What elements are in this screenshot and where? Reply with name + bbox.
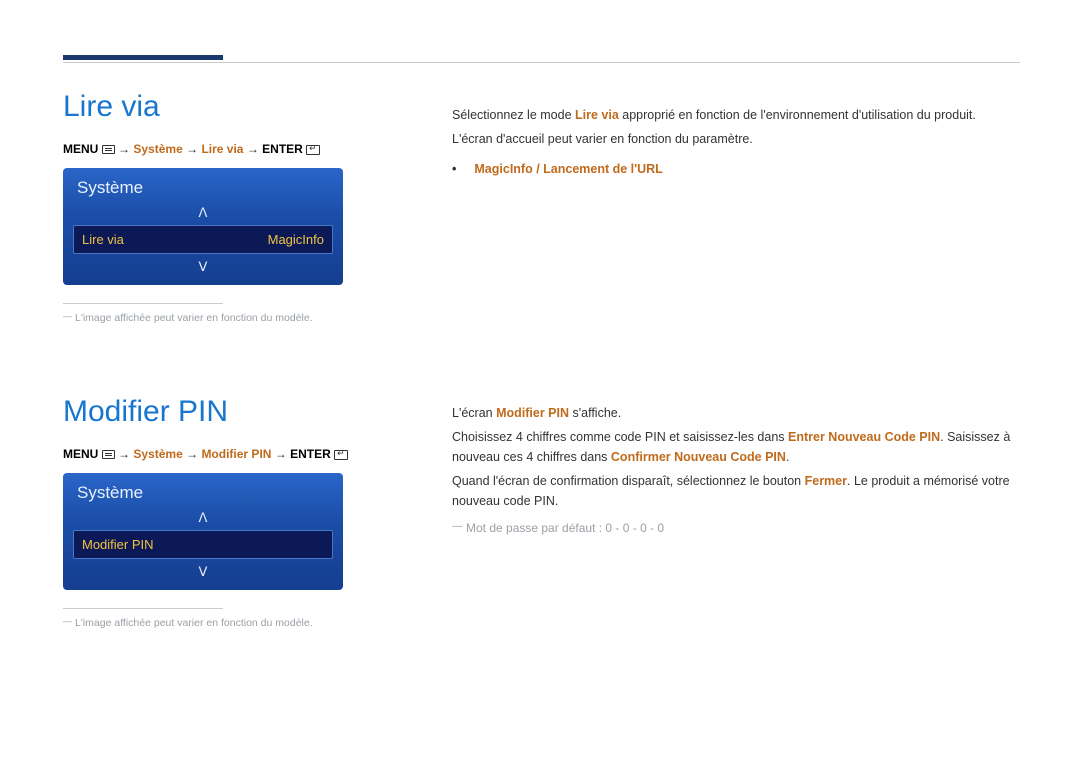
bullet-row: • MagicInfo / Lancement de l'URL: [452, 159, 1020, 179]
osd-title: Système: [63, 168, 343, 204]
osd-row-lirevia[interactable]: Lire via MagicInfo: [73, 225, 333, 254]
breadcrumb-menu: MENU: [63, 142, 98, 156]
breadcrumb-enter: ENTER: [262, 142, 303, 156]
footnote-rule: [63, 303, 223, 304]
bullet-text: MagicInfo / Lancement de l'URL: [474, 159, 662, 179]
footnote-rule: [63, 608, 223, 609]
header-tab-marker: [63, 55, 223, 60]
osd-panel: Système ᐱ Modifier PIN ᐯ: [63, 473, 343, 590]
section-modifier-pin-body: L'écran Modifier PIN s'affiche. Choisiss…: [452, 403, 1020, 538]
breadcrumb-arrow: →: [118, 447, 130, 461]
menu-icon: [102, 450, 115, 459]
chevron-up-icon[interactable]: ᐱ: [63, 511, 343, 524]
body-line-3: Quand l'écran de confirmation disparaît,…: [452, 471, 1020, 511]
breadcrumb-arrow: →: [118, 142, 130, 156]
breadcrumb-arrow: →: [186, 447, 198, 461]
osd-row-modifierpin[interactable]: Modifier PIN: [73, 530, 333, 559]
chevron-down-icon[interactable]: ᐯ: [63, 565, 343, 578]
breadcrumb-arrow: →: [247, 142, 259, 156]
chevron-down-icon[interactable]: ᐯ: [63, 260, 343, 273]
section-title: Modifier PIN: [63, 395, 353, 429]
breadcrumb: MENU → Système → Modifier PIN → ENTER: [63, 447, 353, 461]
breadcrumb-modifierpin: Modifier PIN: [201, 447, 271, 461]
section-modifier-pin: Modifier PIN MENU → Système → Modifier P…: [63, 395, 353, 629]
breadcrumb: MENU → Système → Lire via → ENTER: [63, 142, 353, 156]
footnote: L'image affichée peut varier en fonction…: [63, 617, 353, 629]
section-lire-via-body: Sélectionnez le mode Lire via approprié …: [452, 105, 1020, 179]
enter-icon: [334, 450, 348, 460]
body-line-2: Choisissez 4 chiffres comme code PIN et …: [452, 427, 1020, 467]
breadcrumb-systeme: Système: [133, 142, 182, 156]
bullet-dot-icon: •: [452, 159, 456, 179]
breadcrumb-systeme: Système: [133, 447, 182, 461]
osd-row-label: Modifier PIN: [82, 537, 154, 552]
osd-title: Système: [63, 473, 343, 509]
breadcrumb-menu: MENU: [63, 447, 98, 461]
osd-panel: Système ᐱ Lire via MagicInfo ᐯ: [63, 168, 343, 285]
enter-icon: [306, 145, 320, 155]
section-title: Lire via: [63, 90, 353, 124]
menu-icon: [102, 145, 115, 154]
breadcrumb-enter: ENTER: [290, 447, 331, 461]
header-rule: [63, 62, 1020, 63]
chevron-up-icon[interactable]: ᐱ: [63, 206, 343, 219]
body-line-1: Sélectionnez le mode Lire via approprié …: [452, 105, 1020, 125]
default-password-note: Mot de passe par défaut : 0 - 0 - 0 - 0: [452, 519, 1020, 538]
body-line-1: L'écran Modifier PIN s'affiche.: [452, 403, 1020, 423]
footnote: L'image affichée peut varier en fonction…: [63, 312, 353, 324]
osd-row-value: MagicInfo: [268, 232, 324, 247]
body-line-2: L'écran d'accueil peut varier en fonctio…: [452, 129, 1020, 149]
breadcrumb-arrow: →: [186, 142, 198, 156]
section-lire-via: Lire via MENU → Système → Lire via → ENT…: [63, 90, 353, 324]
breadcrumb-arrow: →: [275, 447, 287, 461]
osd-row-label: Lire via: [82, 232, 124, 247]
breadcrumb-lirevia: Lire via: [201, 142, 243, 156]
